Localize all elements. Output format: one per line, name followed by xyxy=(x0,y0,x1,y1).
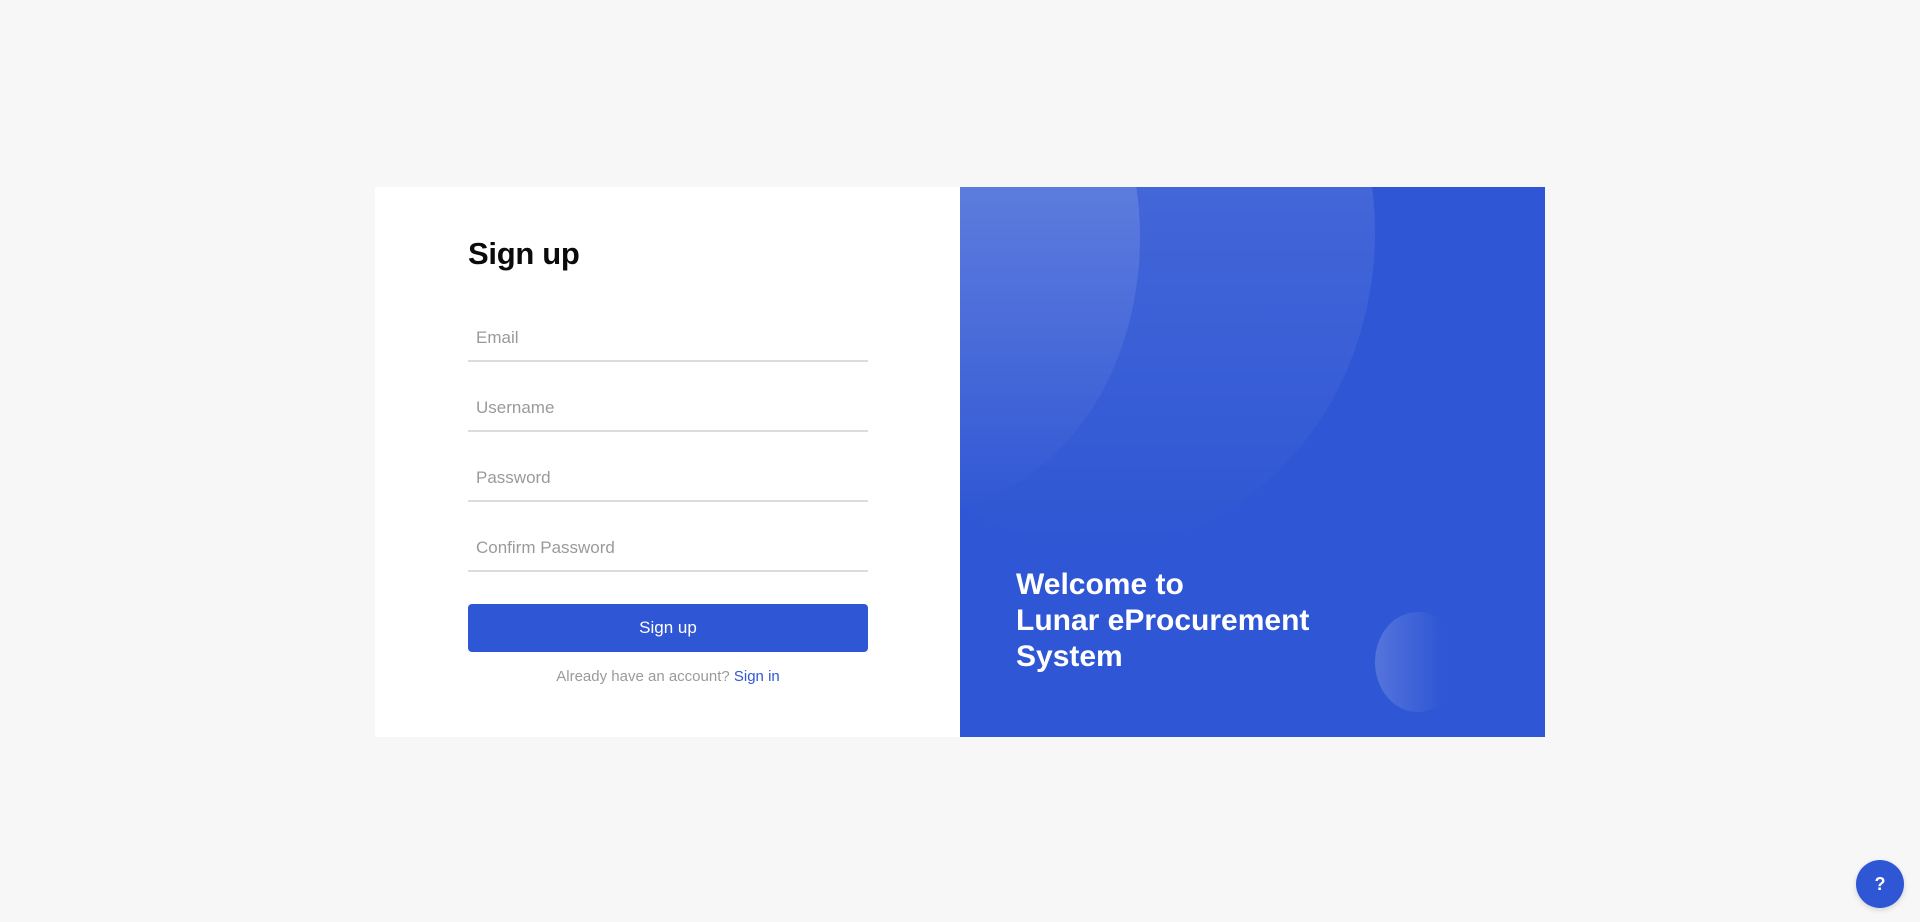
welcome-panel: Welcome to Lunar eProcurement System xyxy=(960,187,1545,737)
signup-panel: Sign up Sign up Already have an account?… xyxy=(375,187,960,737)
signup-card: Sign up Sign up Already have an account?… xyxy=(375,187,1545,737)
confirm-password-field[interactable] xyxy=(468,526,868,570)
welcome-heading: Welcome to Lunar eProcurement System xyxy=(1016,567,1309,675)
password-field[interactable] xyxy=(468,456,868,500)
username-field-wrapper xyxy=(468,386,868,432)
signin-prompt-row: Already have an account? Sign in xyxy=(468,668,868,685)
decorative-circle-small xyxy=(1375,612,1460,712)
page-title: Sign up xyxy=(468,236,580,271)
confirm-password-field-wrapper xyxy=(468,526,868,572)
email-field[interactable] xyxy=(468,316,868,360)
signin-link[interactable]: Sign in xyxy=(734,668,780,685)
welcome-line-2: Lunar eProcurement xyxy=(1016,604,1310,637)
welcome-line-3: System xyxy=(1016,640,1123,673)
password-field-wrapper xyxy=(468,456,868,502)
signup-form: Sign up Sign up Already have an account?… xyxy=(468,232,868,685)
username-field[interactable] xyxy=(468,386,868,430)
email-field-wrapper xyxy=(468,316,868,362)
welcome-line-1: Welcome to xyxy=(1016,568,1184,601)
help-button[interactable]: ? xyxy=(1856,860,1904,908)
signin-prompt-text: Already have an account? xyxy=(556,668,730,685)
signup-button[interactable]: Sign up xyxy=(468,604,868,652)
